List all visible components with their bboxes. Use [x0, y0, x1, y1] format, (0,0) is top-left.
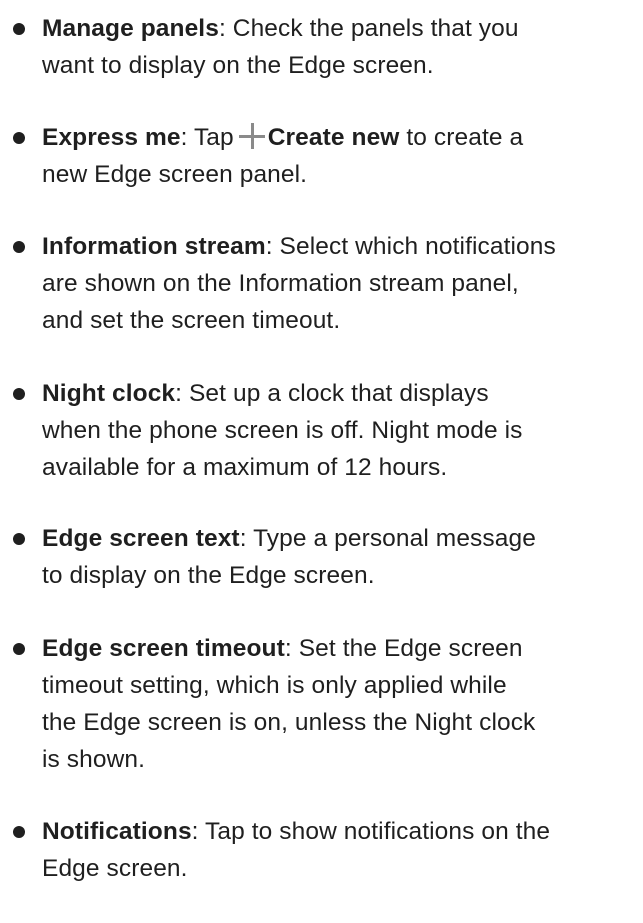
- list-item-desc-line: new Edge screen panel.: [42, 161, 308, 188]
- list-item-term: Information stream: [42, 233, 266, 260]
- list-item-desc-text: Tap: [193, 124, 234, 151]
- list-item-text: Express me: Tap Create new to create a ne…: [42, 123, 524, 188]
- list-item-desc-line: Edge screen.: [42, 855, 188, 882]
- bullet-icon: [13, 132, 25, 144]
- list-item-desc-line: want to display on the Edge screen.: [42, 52, 434, 79]
- list-item-text: Night clock: Set up a clock that display…: [42, 380, 523, 481]
- list-item-desc-line: Select which notifications: [279, 233, 556, 260]
- create-new-label: Create new: [267, 124, 400, 151]
- list-item-desc-line: the Edge screen is on, unless the Night …: [42, 709, 536, 736]
- bullet-icon: [13, 826, 25, 838]
- list-item-desc-line: are shown on the Information stream pane…: [42, 270, 519, 297]
- list-item-desc-line: available for a maximum of 12 hours.: [42, 454, 448, 481]
- list-item-text: Edge screen text: Type a personal messag…: [42, 525, 536, 589]
- list-item-term: Notifications: [42, 818, 192, 845]
- bullet-icon: [13, 388, 25, 400]
- list-item-desc-line: Type a personal message: [253, 525, 536, 552]
- bullet-icon: [13, 23, 25, 35]
- list-item-desc-line: Set up a clock that displays: [188, 380, 489, 407]
- list-item-desc-line: is shown.: [42, 746, 146, 773]
- list-item-desc-line: Set the Edge screen: [298, 635, 523, 662]
- list-item-text: Notifications: Tap to show notifications…: [42, 818, 551, 882]
- list-item-term: Night clock: [42, 380, 176, 407]
- list-item-desc-line: Tap to show notifications on the: [205, 818, 551, 845]
- list-item-desc-line: Check the panels that you: [232, 15, 519, 42]
- bullet-icon: [13, 241, 25, 253]
- list-item-term: Edge screen text: [42, 525, 240, 552]
- list-item-desc-line: timeout setting, which is only applied w…: [42, 672, 507, 699]
- bullet-icon: [13, 533, 25, 545]
- list-item-text: Information stream: Select which notific…: [42, 233, 556, 334]
- list-item-desc-line: and set the screen timeout.: [42, 307, 341, 334]
- list-item-desc-line: when the phone screen is off. Night mode…: [42, 417, 523, 444]
- list-item-term: Express me: [42, 124, 181, 151]
- list-item-desc-text: to create a: [406, 124, 524, 151]
- list-item-text: Edge screen timeout: Set the Edge screen…: [42, 635, 536, 773]
- bullet-icon: [13, 643, 25, 655]
- list-item-text: Manage panels: Check the panels that you…: [42, 15, 519, 79]
- plus-icon: [238, 123, 265, 149]
- list-item-term: Manage panels: [42, 15, 219, 42]
- list-item-desc-line: to display on the Edge screen.: [42, 562, 375, 589]
- list-item-term: Edge screen timeout: [42, 635, 285, 662]
